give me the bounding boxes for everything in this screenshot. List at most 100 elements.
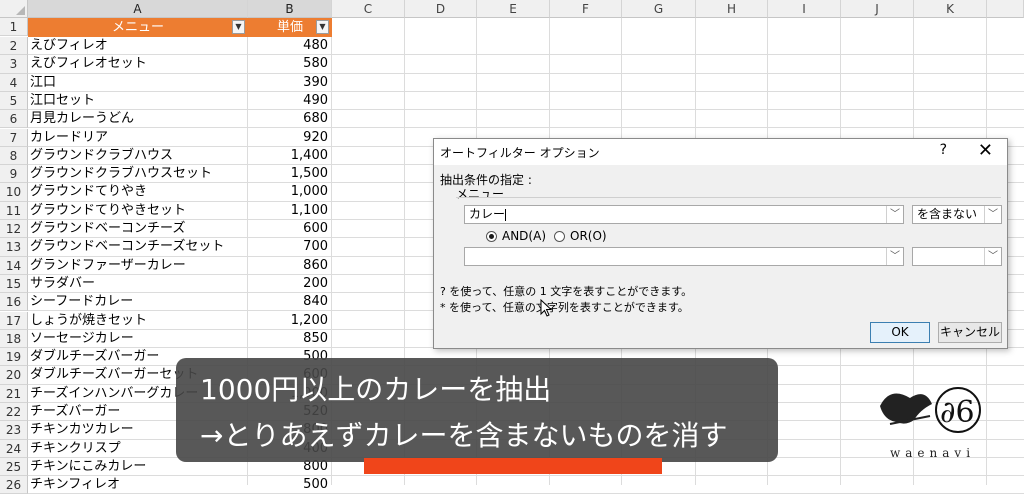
row-header[interactable]: 6 (0, 110, 28, 129)
menu-cell[interactable]: 月見カレーうどん (30, 110, 270, 128)
help-button[interactable]: ? (940, 142, 947, 158)
column-header-k[interactable]: K (914, 0, 987, 18)
price-cell[interactable]: 840 (248, 293, 328, 311)
column-header-l[interactable] (987, 0, 1024, 18)
row-header[interactable]: 12 (0, 220, 28, 239)
column-header-g[interactable]: G (622, 0, 696, 18)
menu-cell[interactable]: グラウンドてりやきセット (30, 202, 270, 220)
price-cell[interactable]: 1,100 (248, 202, 328, 220)
menu-cell[interactable]: グラウンドベーコンチーズセット (30, 238, 270, 256)
row-header[interactable]: 3 (0, 55, 28, 74)
close-button[interactable]: ✕ (978, 140, 993, 161)
row-header[interactable]: 4 (0, 73, 28, 92)
hint-wildcard-single: ? を使って、任意の 1 文字を表すことができます。 (440, 285, 693, 298)
column-header-e[interactable]: E (477, 0, 550, 18)
price-cell[interactable]: 680 (248, 110, 328, 128)
menu-cell[interactable]: えびフィレオ (30, 37, 270, 55)
price-cell[interactable]: 600 (248, 220, 328, 238)
column-header-c[interactable]: C (332, 0, 405, 18)
price-cell[interactable]: 390 (248, 74, 328, 92)
column-header-i[interactable]: I (768, 0, 841, 18)
mouse-cursor-icon (540, 299, 552, 317)
row-header[interactable]: 14 (0, 256, 28, 275)
column-header-a[interactable]: A (28, 0, 248, 18)
row-header[interactable]: 19 (0, 348, 28, 367)
menu-cell[interactable]: グラウンドてりやき (30, 183, 270, 201)
row-header[interactable]: 11 (0, 201, 28, 220)
row-header[interactable]: 15 (0, 274, 28, 294)
row-header[interactable]: 20 (0, 366, 28, 385)
value1-combo[interactable]: カレー ﹀ (464, 205, 904, 224)
filter-dropdown-icon[interactable]: ▼ (316, 20, 329, 34)
row-header[interactable]: 8 (0, 146, 28, 166)
table-row: えびフィレオセット 580 (28, 55, 1024, 74)
price-cell[interactable]: 200 (248, 275, 328, 293)
menu-cell[interactable]: しょうが焼きセット (30, 312, 270, 330)
ok-button[interactable]: OK (870, 322, 930, 343)
row-header[interactable]: 1 (0, 18, 28, 37)
filter-dropdown-icon[interactable]: ▼ (232, 20, 245, 34)
and-radio[interactable] (486, 231, 497, 242)
chevron-down-icon[interactable]: ﹀ (886, 248, 903, 265)
row-header[interactable]: 7 (0, 128, 28, 147)
row-header[interactable]: 23 (0, 421, 28, 440)
row-header[interactable]: 21 (0, 384, 28, 403)
row-header[interactable]: 13 (0, 238, 28, 257)
select-all-corner[interactable] (0, 0, 28, 18)
menu-cell[interactable]: グランドファーザーカレー (30, 257, 270, 275)
price-cell[interactable]: 920 (248, 129, 328, 147)
menu-cell[interactable]: カレードリア (30, 129, 270, 147)
row-header[interactable]: 9 (0, 165, 28, 184)
row-header[interactable]: 22 (0, 403, 28, 422)
column-header-j[interactable]: J (841, 0, 914, 18)
or-radio[interactable] (554, 231, 565, 242)
row-header[interactable]: 10 (0, 183, 28, 202)
menu-cell[interactable]: 江口セット (30, 92, 270, 110)
row-header[interactable]: 5 (0, 91, 28, 111)
price-cell[interactable]: 1,400 (248, 147, 328, 165)
chevron-down-icon[interactable]: ﹀ (984, 248, 1001, 265)
menu-cell[interactable]: グラウンドクラブハウス (30, 147, 270, 165)
header-cell-price[interactable]: 単価 ▼ (248, 18, 332, 37)
menu-cell[interactable]: チキンフィレオ (30, 476, 270, 494)
value2-combo[interactable]: ﹀ (464, 247, 904, 266)
operator2-combo[interactable]: ﹀ (912, 247, 1002, 266)
column-header-b[interactable]: B (248, 0, 332, 18)
menu-cell[interactable]: 江口 (30, 74, 270, 92)
chevron-down-icon[interactable]: ﹀ (886, 206, 903, 223)
price-cell[interactable]: 580 (248, 55, 328, 73)
menu-cell[interactable]: ソーセージカレー (30, 330, 270, 348)
price-cell[interactable]: 860 (248, 257, 328, 275)
column-header-d[interactable]: D (405, 0, 477, 18)
price-cell[interactable]: 850 (248, 330, 328, 348)
table-row: 江口 390 (28, 74, 1024, 92)
or-label: OR(O) (570, 229, 607, 243)
column-header-h[interactable]: H (696, 0, 768, 18)
price-cell[interactable]: 480 (248, 37, 328, 55)
chevron-down-icon[interactable]: ﹀ (984, 206, 1001, 223)
operator1-combo[interactable]: を含まない ﹀ (912, 205, 1002, 224)
price-cell[interactable]: 1,500 (248, 165, 328, 183)
row-header[interactable]: 2 (0, 37, 28, 56)
column-header-f[interactable]: F (550, 0, 622, 18)
menu-cell[interactable]: シーフードカレー (30, 293, 270, 311)
menu-cell[interactable]: グラウンドベーコンチーズ (30, 220, 270, 238)
price-cell[interactable]: 1,000 (248, 183, 328, 201)
svg-text:∂6: ∂6 (940, 395, 975, 430)
row-header[interactable]: 25 (0, 457, 28, 477)
row-header[interactable]: 24 (0, 439, 28, 458)
price-cell[interactable]: 700 (248, 238, 328, 256)
header-cell-menu[interactable]: メニュー ▼ (28, 18, 248, 37)
row-header[interactable]: 16 (0, 293, 28, 312)
row-header[interactable]: 18 (0, 329, 28, 349)
menu-cell[interactable]: サラダバー (30, 275, 270, 293)
caption-line2: →とりあえずカレーを含まないものを消す (200, 419, 728, 452)
price-cell[interactable]: 490 (248, 92, 328, 110)
price-cell[interactable]: 1,200 (248, 312, 328, 330)
row-header[interactable]: 17 (0, 311, 28, 330)
cancel-button[interactable]: キャンセル (938, 322, 1002, 343)
menu-cell[interactable]: えびフィレオセット (30, 55, 270, 73)
row-header[interactable]: 26 (0, 476, 28, 494)
menu-cell[interactable]: グラウンドクラブハウスセット (30, 165, 270, 183)
price-cell[interactable]: 500 (248, 476, 328, 494)
